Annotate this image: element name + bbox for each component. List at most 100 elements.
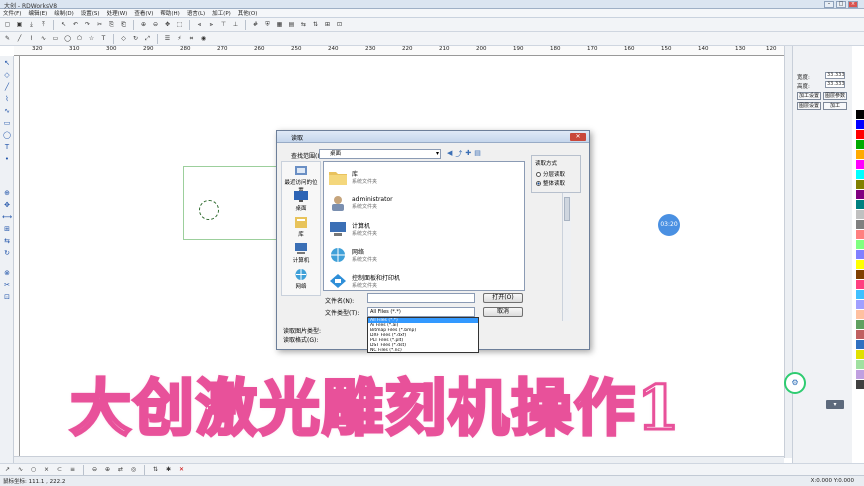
grid-icon[interactable]: #	[251, 20, 260, 29]
view-menu-icon[interactable]: ▤	[474, 149, 481, 159]
node-tool-icon[interactable]: ◇	[2, 70, 12, 80]
new-folder-icon[interactable]: ✚	[465, 149, 471, 159]
lookin-combo[interactable]: 桌面 ▾	[319, 149, 441, 159]
reverse-icon[interactable]: ⇄	[116, 465, 125, 474]
menu-language[interactable]: 语言(L)	[187, 9, 205, 17]
align-bottom-icon[interactable]: ⊥	[231, 20, 240, 29]
break-icon[interactable]: ⨯	[42, 465, 51, 474]
place-network[interactable]: 网络	[282, 268, 320, 290]
select-icon[interactable]: ↖	[59, 20, 68, 29]
mirror-tool-icon[interactable]: ⇆	[2, 236, 12, 246]
cut-icon[interactable]: ✂	[95, 20, 104, 29]
line-icon[interactable]: ╱	[15, 34, 24, 43]
rect-tool-icon[interactable]: ▭	[2, 118, 12, 128]
canvas-circle[interactable]	[199, 200, 219, 220]
color-swatch[interactable]	[856, 340, 864, 350]
import-icon[interactable]: ⤓	[27, 20, 36, 29]
group-icon[interactable]: ▦	[275, 20, 284, 29]
color-swatch[interactable]	[856, 180, 864, 190]
rectangle-icon[interactable]: ▭	[51, 34, 60, 43]
text-icon[interactable]: T	[99, 34, 108, 43]
filetype-dropdown[interactable]: All Files (*.*) Ai Files (*.ai) Bitmap F…	[367, 317, 479, 353]
file-list-scrollbar[interactable]	[562, 193, 571, 321]
curve-smooth-icon[interactable]: ∿	[16, 465, 25, 474]
polyline-icon[interactable]: ⌇	[27, 34, 36, 43]
height-field[interactable]: 33.333	[825, 81, 845, 88]
menu-file[interactable]: 文件(F)	[3, 9, 21, 17]
menu-other[interactable]: 其他(O)	[238, 9, 258, 17]
filetype-combo[interactable]: All Files (*.*)	[367, 307, 475, 317]
start-point-icon[interactable]: ◎	[129, 465, 138, 474]
flip-icon[interactable]: ⇅	[151, 465, 160, 474]
line-tool-icon[interactable]: ╱	[2, 82, 12, 92]
minimize-button[interactable]: –	[824, 1, 834, 8]
menu-settings[interactable]: 设置(S)	[81, 9, 100, 17]
pan-icon[interactable]: ✥	[163, 20, 172, 29]
align-right-icon[interactable]: ⫸	[207, 20, 216, 29]
mirror-v-icon[interactable]: ⇅	[311, 20, 320, 29]
copy-icon[interactable]: ⎘	[107, 20, 116, 29]
color-swatch[interactable]	[856, 370, 864, 380]
select-tool-icon[interactable]: ↖	[2, 58, 12, 68]
array-tool-icon[interactable]: ⊞	[2, 224, 12, 234]
ellipse-tool-icon[interactable]: ◯	[2, 130, 12, 140]
measure-tool-icon[interactable]: ⟷	[2, 212, 12, 222]
open-button[interactable]: 打开(O)	[483, 293, 523, 303]
color-swatch[interactable]	[856, 210, 864, 220]
array-icon[interactable]: ⊞	[323, 20, 332, 29]
color-swatch[interactable]	[856, 130, 864, 140]
list-item[interactable]: administrator 系统文件夹	[328, 192, 393, 214]
menu-process[interactable]: 处理(W)	[107, 9, 128, 17]
pen-icon[interactable]: ✎	[3, 34, 12, 43]
rotate-tool-icon[interactable]: ↻	[2, 248, 12, 258]
close-curve-icon[interactable]: ○	[29, 465, 38, 474]
color-swatch[interactable]	[856, 230, 864, 240]
zoom-tool-icon[interactable]: ⊕	[2, 188, 12, 198]
laser-icon[interactable]: ⚡	[175, 34, 184, 43]
menu-draw[interactable]: 绘制(D)	[54, 9, 74, 17]
back-icon[interactable]: ◀	[447, 149, 452, 159]
color-swatch[interactable]	[856, 110, 864, 120]
save-icon[interactable]: ▣	[15, 20, 24, 29]
filename-input[interactable]	[367, 293, 475, 303]
open-icon[interactable]: ▢	[3, 20, 12, 29]
list-item[interactable]: 库系统文件夹	[328, 166, 377, 188]
weld-tool-icon[interactable]: ⊗	[2, 268, 12, 278]
polyline-tool-icon[interactable]: ⌇	[2, 94, 12, 104]
color-swatch[interactable]	[856, 170, 864, 180]
dropdown-toggle[interactable]: ▾	[826, 400, 844, 409]
menu-view[interactable]: 查看(V)	[134, 9, 153, 17]
add-node-icon[interactable]: ⊕	[103, 465, 112, 474]
color-swatch[interactable]	[856, 350, 864, 360]
color-swatch[interactable]	[856, 240, 864, 250]
radio-layered[interactable]: 分层读取	[536, 170, 565, 178]
width-field[interactable]: 33.333	[825, 72, 845, 79]
menu-machining[interactable]: 加工(P)	[212, 9, 231, 17]
star-node-icon[interactable]: ✱	[164, 465, 173, 474]
canvas-rectangle[interactable]	[183, 166, 287, 240]
up-folder-icon[interactable]: ⤴	[455, 149, 462, 159]
place-computer[interactable]: 计算机	[282, 242, 320, 264]
frame-icon[interactable]: ⌗	[187, 34, 196, 43]
align-center-icon[interactable]: ≡	[68, 465, 77, 474]
menu-help[interactable]: 帮助(H)	[160, 9, 179, 17]
list-item[interactable]: 控制面板和打印机 系统文件夹	[328, 270, 400, 292]
color-swatch[interactable]	[856, 280, 864, 290]
vertical-scrollbar[interactable]	[784, 46, 792, 458]
pan-tool-icon[interactable]: ✥	[2, 200, 12, 210]
curve-tool-icon[interactable]: ∿	[2, 106, 12, 116]
color-swatch[interactable]	[856, 310, 864, 320]
maximize-button[interactable]: □	[836, 1, 846, 8]
align-top-icon[interactable]: ⊤	[219, 20, 228, 29]
layer-settings-button[interactable]: 图层设置	[797, 102, 821, 110]
filetype-option[interactable]: NC Files (*.nc)	[368, 348, 478, 353]
place-desktop[interactable]: 桌面	[282, 190, 320, 212]
menu-edit[interactable]: 编辑(E)	[28, 9, 47, 17]
trim-tool-icon[interactable]: ✂	[2, 280, 12, 290]
mirror-h-icon[interactable]: ⇆	[299, 20, 308, 29]
file-list[interactable]: 库系统文件夹 administrator 系统文件夹 计算机 系统文件夹 网络 系统文…	[323, 161, 571, 321]
color-swatch[interactable]	[856, 260, 864, 270]
join-icon[interactable]: ⊂	[55, 465, 64, 474]
curve-icon[interactable]: ∿	[39, 34, 48, 43]
color-swatch[interactable]	[856, 220, 864, 230]
